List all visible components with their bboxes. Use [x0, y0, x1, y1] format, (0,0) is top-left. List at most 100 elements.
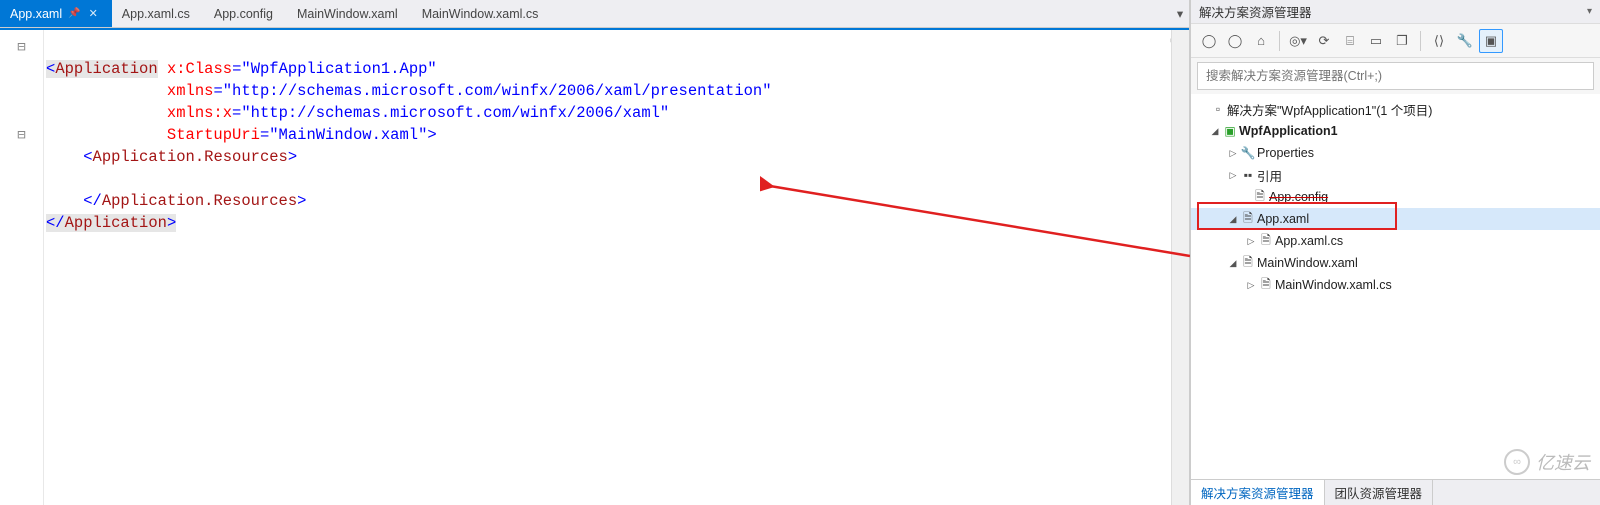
node-label: App.xaml [1257, 212, 1309, 226]
chevron-down-icon[interactable] [1227, 214, 1239, 225]
chevron-right-icon[interactable] [1245, 236, 1257, 247]
cs-file-icon: 🗎 [1257, 231, 1275, 252]
fold-toggle-icon[interactable]: ⊟ [0, 124, 43, 146]
properties-node[interactable]: 🔧 Properties [1191, 142, 1600, 164]
code-token: Application.Resources [102, 192, 297, 210]
tab-app-xaml[interactable]: App.xaml 📌 ✕ [0, 0, 112, 27]
tab-label: App.xaml.cs [122, 7, 190, 21]
tab-app-config[interactable]: App.config [204, 0, 287, 27]
code-token: > [297, 192, 306, 210]
search-box [1197, 62, 1594, 90]
node-label: WpfApplication1 [1239, 124, 1338, 138]
tab-label: App.config [214, 7, 273, 21]
code-view-icon[interactable]: ⟨⟩ [1427, 29, 1451, 53]
code-token: = [232, 104, 241, 122]
app-xaml-cs-node[interactable]: 🗎 App.xaml.cs [1191, 230, 1600, 252]
code-token: < [83, 148, 92, 166]
properties-icon[interactable]: 🔧 [1453, 29, 1477, 53]
code-token: </ [83, 192, 102, 210]
tab-team-explorer[interactable]: 团队资源管理器 [1325, 480, 1434, 505]
tabwell-spacer [552, 0, 1171, 27]
search-input[interactable] [1197, 62, 1594, 90]
solution-node[interactable]: ▫ 解决方案"WpfApplication1"(1 个项目) [1191, 98, 1600, 120]
tab-label: MainWindow.xaml [297, 7, 398, 21]
collapse-all-icon[interactable]: ⌸ [1338, 29, 1362, 53]
app-xaml-node[interactable]: 🗎 App.xaml [1191, 208, 1600, 230]
code-text[interactable]: <Application x:Class="WpfApplication1.Ap… [44, 30, 1171, 505]
project-node[interactable]: ▣ WpfApplication1 [1191, 120, 1600, 142]
editor-area: App.xaml 📌 ✕ App.xaml.cs App.config Main… [0, 0, 1190, 505]
home-icon[interactable]: ⌂ [1249, 29, 1273, 53]
code-token: x:Class [167, 60, 232, 78]
solution-toolbar: ◯ ◯ ⌂ ◎▾ ⟳ ⌸ ▭ ❐ ⟨⟩ 🔧 ▣ [1191, 24, 1600, 58]
separator [1420, 31, 1421, 51]
code-token: "http://schemas.microsoft.com/winfx/2006… [241, 104, 669, 122]
close-icon[interactable]: ✕ [89, 7, 98, 20]
copy-icon[interactable]: ❐ [1390, 29, 1414, 53]
file-icon: 🗎 [1251, 187, 1269, 208]
code-token: StartupUri [167, 126, 260, 144]
app-config-node[interactable]: 🗎 App.config [1191, 186, 1600, 208]
code-token: = [213, 82, 222, 100]
show-all-icon[interactable]: ▭ [1364, 29, 1388, 53]
chevron-down-icon[interactable] [1209, 126, 1221, 137]
pin-icon[interactable]: 📌 [68, 8, 80, 19]
separator [1279, 31, 1280, 51]
node-label: 解决方案"WpfApplication1"(1 个项目) [1227, 100, 1432, 119]
node-label: App.xaml.cs [1275, 234, 1343, 248]
code-token: xmlns:x [167, 104, 232, 122]
code-token: </ [46, 214, 65, 232]
code-token: = [260, 126, 269, 144]
code-token: Application [55, 60, 157, 78]
node-label: Properties [1257, 146, 1314, 160]
back-icon[interactable]: ◯ [1197, 29, 1221, 53]
preview-icon[interactable]: ▣ [1479, 29, 1503, 53]
code-token: > [427, 126, 436, 144]
document-tabwell: App.xaml 📌 ✕ App.xaml.cs App.config Main… [0, 0, 1189, 28]
code-token: > [167, 214, 176, 232]
code-token: "http://schemas.microsoft.com/winfx/2006… [223, 82, 772, 100]
chevron-down-icon[interactable] [1227, 258, 1239, 269]
editor: ⊟ ⊟ <Application x:Class="WpfApplication… [0, 28, 1189, 505]
node-label: MainWindow.xaml [1257, 256, 1358, 270]
xaml-file-icon: 🗎 [1239, 253, 1257, 274]
code-token: "MainWindow.xaml" [269, 126, 427, 144]
code-token: < [46, 60, 55, 78]
code-token: Application.Resources [93, 148, 288, 166]
code-token: > [288, 148, 297, 166]
tabwell-overflow-icon[interactable]: ▾ [1171, 0, 1189, 27]
mainwindow-xaml-cs-node[interactable]: 🗎 MainWindow.xaml.cs [1191, 274, 1600, 296]
panel-options-icon[interactable]: ▾ [1587, 6, 1592, 17]
code-token [158, 60, 167, 78]
tab-mainwindow-xaml-cs[interactable]: MainWindow.xaml.cs [412, 0, 553, 27]
refresh-icon[interactable]: ⟳ [1312, 29, 1336, 53]
panel-title: 解决方案资源管理器 [1199, 2, 1312, 21]
node-label: 引用 [1257, 166, 1282, 185]
references-icon: ▪▪ [1239, 168, 1257, 182]
chevron-right-icon[interactable] [1227, 170, 1239, 181]
tab-mainwindow-xaml[interactable]: MainWindow.xaml [287, 0, 412, 27]
xaml-file-icon: 🗎 [1239, 209, 1257, 230]
fold-toggle-icon[interactable]: ⊟ [0, 36, 43, 58]
mainwindow-xaml-node[interactable]: 🗎 MainWindow.xaml [1191, 252, 1600, 274]
code-token: xmlns [167, 82, 214, 100]
solution-explorer: 解决方案资源管理器 ▾ ◯ ◯ ⌂ ◎▾ ⟳ ⌸ ▭ ❐ ⟨⟩ 🔧 ▣ ▫ 解决… [1190, 0, 1600, 505]
sync-icon[interactable]: ◎▾ [1286, 29, 1310, 53]
chevron-right-icon[interactable] [1227, 148, 1239, 159]
code-token: Application [65, 214, 167, 232]
tab-app-xaml-cs[interactable]: App.xaml.cs [112, 0, 204, 27]
code-token: = [232, 60, 241, 78]
panel-bottom-tabs: 解决方案资源管理器 团队资源管理器 [1191, 479, 1600, 505]
node-label: App.config [1269, 190, 1328, 204]
wrench-icon: 🔧 [1239, 146, 1257, 160]
chevron-right-icon[interactable] [1245, 280, 1257, 291]
tab-solution-explorer[interactable]: 解决方案资源管理器 [1191, 480, 1325, 505]
cs-file-icon: 🗎 [1257, 275, 1275, 296]
solution-tree: ▫ 解决方案"WpfApplication1"(1 个项目) ▣ WpfAppl… [1191, 94, 1600, 479]
tab-label: App.xaml [10, 7, 62, 21]
references-node[interactable]: ▪▪ 引用 [1191, 164, 1600, 186]
vertical-scrollbar[interactable] [1171, 30, 1189, 505]
forward-icon[interactable]: ◯ [1223, 29, 1247, 53]
editor-gutter: ⊟ ⊟ [0, 30, 44, 505]
node-label: MainWindow.xaml.cs [1275, 278, 1392, 292]
